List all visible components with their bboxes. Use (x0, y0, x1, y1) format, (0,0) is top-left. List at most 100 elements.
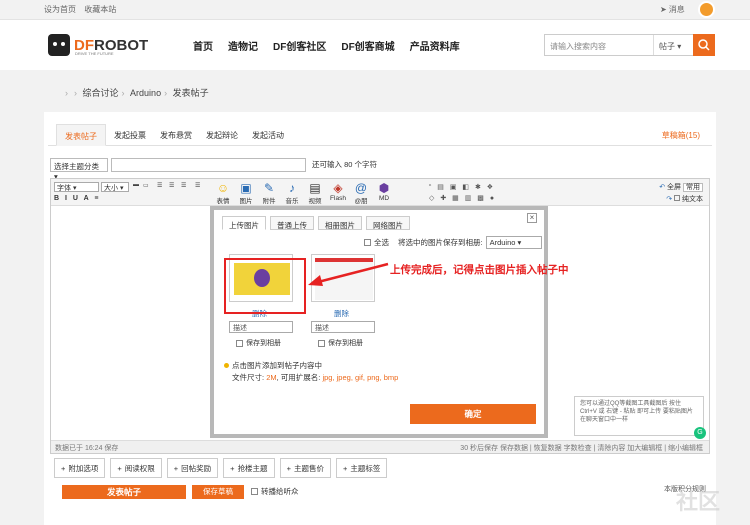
tab-web-image[interactable]: 网络图片 (366, 216, 410, 230)
tab-poll[interactable]: 发起投票 (106, 124, 154, 146)
image-2-description[interactable]: 描述 (311, 321, 375, 333)
nav-docs[interactable]: 产品资料库 (410, 38, 460, 53)
category-select[interactable]: 选择主题分类 ▾ (50, 157, 108, 181)
tab-new-post[interactable]: 发表帖子 (56, 124, 106, 146)
annotation-text: 上传完成后，记得点击图片插入帖子中 (390, 264, 569, 276)
image-1-save-album[interactable]: 保存到相册 (236, 338, 281, 348)
text-color-icon[interactable]: ▬ (133, 182, 141, 191)
user-avatar[interactable] (698, 1, 715, 18)
image-1-description[interactable]: 描述 (229, 321, 293, 333)
option-extra[interactable]: + 附加选项 (54, 458, 106, 478)
delete-image-2[interactable]: 删除 (334, 308, 349, 319)
insert-video[interactable]: ▤ 视频 (305, 181, 325, 205)
insert-music[interactable]: ♪ 音乐 (282, 181, 302, 205)
nav-store[interactable]: DF创客商城 (341, 38, 394, 53)
set-home-link[interactable]: 设为首页 (44, 5, 76, 14)
nav-community[interactable]: DF创客社区 (273, 38, 326, 53)
robot-logo-icon (48, 34, 70, 56)
plaintext-label: 纯文本 (682, 196, 703, 203)
undo-icon[interactable]: ↶ (659, 184, 665, 191)
tab-activity[interactable]: 发起活动 (244, 124, 292, 146)
dfrobot-logo[interactable]: DFROBOT DRIVE THE FUTURE (48, 34, 148, 56)
annotation-arrow-icon (308, 262, 389, 286)
tab-album-image[interactable]: 相册图片 (318, 216, 362, 230)
format-buttons[interactable]: B I U A ≡ (54, 195, 100, 202)
list-icon[interactable]: ☰ (195, 182, 203, 191)
plaintext-checkbox[interactable] (674, 195, 681, 201)
insert-icons: ☺ 表情 ▣ 图片 ✎ 附件 ♪ 音乐 ▤ 视频 ◈ Flash @ @朋 ⬢ MD (213, 181, 394, 205)
draft-box-link[interactable]: 草稿箱(15) (662, 130, 700, 141)
extra-format-icons[interactable]: “ ▤ ▣ ◧ ✱ ❖ ◇ ✚ ▦ ▥ ▩ ● (429, 182, 509, 204)
editor-actions[interactable]: 30 秒后保存 保存数据 | 恢复数据 字数检查 | 清除内容 加大编辑框 | … (460, 443, 703, 453)
highlight-box (224, 258, 306, 314)
video-icon: ▤ (309, 181, 321, 195)
option-read-permission[interactable]: + 阅读权限 (110, 458, 162, 478)
at-icon: @ (354, 181, 368, 195)
plaintext-controls: ↷ 纯文本 (666, 194, 703, 204)
insert-markdown[interactable]: ⬢ MD (374, 181, 394, 205)
attachment-icon: ✎ (263, 181, 275, 195)
breadcrumb-board[interactable]: Arduino (130, 88, 161, 98)
forward-option[interactable]: 转播给听众 (251, 486, 299, 497)
option-price[interactable]: + 主题售价 (279, 458, 331, 478)
editor-toolbar: 字体 ▾ 大小 ▾ ▬ ▭ ☰ ☰ ☰ ☰ B I U A ≡ ☺ 表情 ▣ 图片 … (51, 179, 709, 206)
image-2-save-album[interactable]: 保存到相册 (318, 338, 363, 348)
tab-normal-upload[interactable]: 普通上传 (270, 216, 314, 230)
save-album-checkbox[interactable] (236, 339, 243, 347)
editor-statusbar: 数据已于 16:24 保存 30 秒后保存 保存数据 | 恢复数据 字数检查 |… (51, 440, 709, 453)
insert-mention[interactable]: @ @朋 (351, 181, 371, 205)
submit-post-button[interactable]: 发表帖子 (62, 485, 186, 499)
plus-icon: + (117, 463, 122, 473)
insert-attachment[interactable]: ✎ 附件 (259, 181, 279, 205)
breadcrumb: › › 综合讨论 › Arduino › 发表帖子 (65, 88, 209, 98)
align-right-icon[interactable]: ☰ (181, 182, 189, 191)
bookmark-link[interactable]: 收藏本站 (84, 5, 116, 14)
album-select-row: 全选 将选中的图片保存到相册: Arduino ▾ (364, 236, 542, 249)
font-select[interactable]: 字体 ▾ (54, 182, 99, 192)
tab-upload-image[interactable]: 上传图片 (222, 216, 266, 230)
extra-options: + 附加选项 + 阅读权限 + 回帖奖励 + 抢楼主题 + 主题售价 + 主题标签 (54, 458, 388, 478)
option-tags[interactable]: + 主题标签 (335, 458, 388, 478)
common-button[interactable]: 常用 (683, 183, 703, 192)
subject-input[interactable] (111, 157, 306, 172)
flash-icon: ◈ (333, 181, 343, 195)
search-scope-select[interactable]: 帖子 ▾ (653, 35, 695, 55)
messages-link[interactable]: ➤ 消息 (660, 4, 685, 15)
grammarly-icon: G (694, 427, 706, 439)
size-select[interactable]: 大小 ▾ (101, 182, 129, 192)
album-select[interactable]: Arduino ▾ (485, 236, 542, 249)
messages-label: 消息 (668, 5, 685, 14)
forward-checkbox[interactable] (251, 488, 258, 495)
save-album-checkbox[interactable] (318, 339, 325, 347)
nav-home[interactable]: 首页 (193, 38, 213, 53)
select-all-checkbox[interactable] (364, 239, 371, 246)
subject-hint: 还可输入 80 个字符 (312, 160, 378, 169)
save-draft-button[interactable]: 保存草稿 (192, 485, 244, 499)
insert-emoji[interactable]: ☺ 表情 (213, 181, 233, 205)
upload-image-dialog: 上传图片 普通上传 相册图片 网络图片 × 全选 将选中的图片保存到相册: Ar… (210, 206, 548, 438)
breadcrumb-forum[interactable]: 综合讨论 (83, 88, 119, 98)
fullscreen-button[interactable]: 全屏 (667, 184, 681, 191)
select-all-label: 全选 (374, 238, 389, 247)
close-icon[interactable]: × (527, 213, 537, 223)
search-box: 请输入搜索内容 帖子 ▾ (544, 34, 715, 56)
option-floor-race[interactable]: + 抢楼主题 (223, 458, 275, 478)
align-center-icon[interactable]: ☰ (169, 182, 177, 191)
insert-image[interactable]: ▣ 图片 (236, 181, 256, 205)
confirm-button[interactable]: 确定 (410, 404, 536, 424)
rule-icon[interactable]: ▭ (143, 182, 151, 191)
option-reply-reward[interactable]: + 回帖奖励 (166, 458, 219, 478)
align-left-icon[interactable]: ☰ (157, 182, 165, 191)
tab-reward[interactable]: 发布悬赏 (152, 124, 200, 146)
tab-debate[interactable]: 发起辩论 (198, 124, 246, 146)
search-input[interactable]: 请输入搜索内容 (550, 41, 606, 52)
nav-makelog[interactable]: 造物记 (228, 38, 258, 53)
plus-icon: + (61, 463, 66, 473)
insert-flash[interactable]: ◈ Flash (328, 181, 348, 205)
post-type-tabs: 发表帖子 发起投票 发布悬赏 发起辩论 发起活动 草稿箱(15) (48, 124, 712, 146)
search-button[interactable] (693, 34, 715, 56)
image-icon: ▣ (240, 181, 252, 195)
logo-tagline: DRIVE THE FUTURE (75, 51, 114, 56)
top-bar: 设为首页 收藏本站 ➤ 消息 (0, 0, 750, 20)
redo-icon[interactable]: ↷ (666, 196, 672, 203)
